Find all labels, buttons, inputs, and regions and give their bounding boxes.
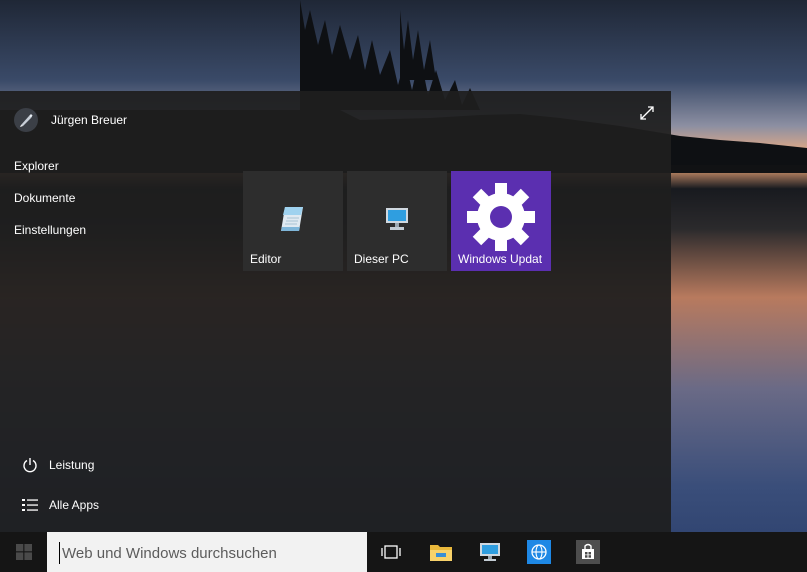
monitor-icon (386, 208, 408, 230)
power-icon (23, 458, 37, 473)
power-button[interactable]: Leistung (22, 457, 94, 473)
place-settings[interactable]: Einstellungen (14, 221, 86, 253)
places-list: Explorer Dokumente Einstellungen (14, 157, 86, 253)
task-view-button[interactable] (368, 532, 414, 572)
tile-this-pc-label: Dieser PC (354, 252, 409, 266)
tile-windows-update-label: Windows Updat (458, 252, 543, 266)
this-pc-button[interactable] (467, 532, 513, 572)
place-explorer[interactable]: Explorer (14, 157, 86, 189)
user-name: Jürgen Breuer (51, 113, 128, 127)
windows-logo-icon (15, 544, 32, 560)
this-pc-icon (480, 543, 500, 561)
file-explorer-icon (430, 545, 452, 561)
start-menu: Jürgen Breuer Explorer Dokumente Einstel… (0, 91, 671, 532)
store-button[interactable] (565, 532, 611, 572)
tile-this-pc[interactable]: Dieser PC (347, 171, 447, 271)
start-button[interactable] (0, 532, 47, 572)
internet-explorer-icon (527, 540, 551, 564)
search-input[interactable] (59, 542, 364, 564)
all-apps-label: Alle Apps (49, 498, 100, 512)
power-label: Leistung (49, 458, 95, 472)
user-account[interactable]: Jürgen Breuer (14, 107, 127, 133)
user-avatar (14, 108, 38, 132)
store-icon (576, 540, 600, 564)
notepad-icon (281, 207, 303, 231)
search-box[interactable] (47, 532, 367, 572)
list-icon (22, 499, 38, 511)
internet-explorer-button[interactable] (516, 532, 562, 572)
expand-start-icon[interactable] (638, 104, 656, 122)
tile-editor-label: Editor (250, 252, 282, 266)
pen-icon (20, 114, 33, 127)
gear-icon (467, 183, 535, 251)
tile-windows-update[interactable]: Windows Updat (451, 171, 551, 271)
tile-editor[interactable]: Editor (243, 171, 343, 271)
all-apps-button[interactable]: Alle Apps (22, 497, 99, 513)
file-explorer-button[interactable] (418, 532, 464, 572)
taskbar (0, 532, 807, 572)
place-documents[interactable]: Dokumente (14, 189, 86, 221)
task-view-icon (381, 545, 401, 559)
